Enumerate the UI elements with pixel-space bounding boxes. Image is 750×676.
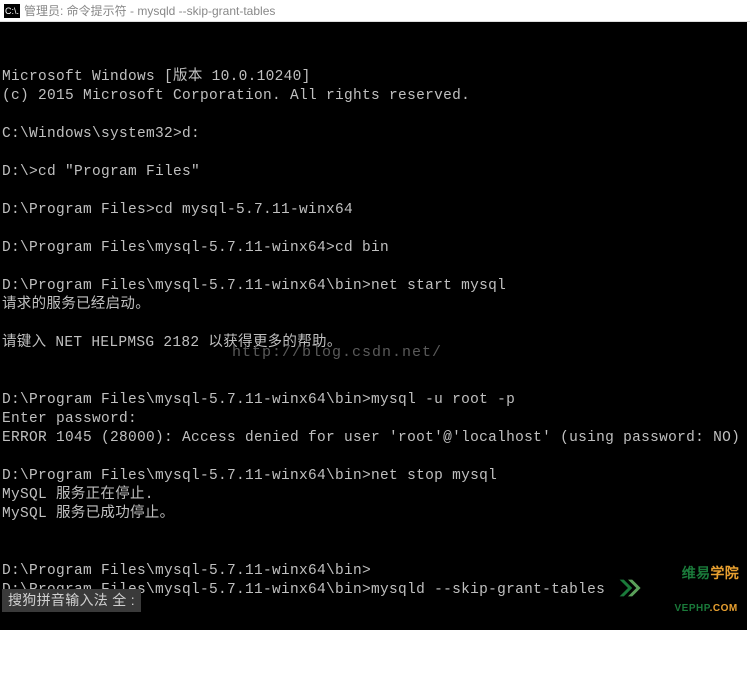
terminal-line <box>2 448 747 467</box>
terminal-line <box>2 144 747 163</box>
ime-status-bar: 搜狗拼音输入法 全 : <box>2 589 141 612</box>
terminal-line: D:\>cd "Program Files" <box>2 163 747 182</box>
terminal-lines: Microsoft Windows [版本 10.0.10240](c) 201… <box>2 68 747 600</box>
source-logo-watermark: 维易学院 VEPHP.COM <box>614 552 739 624</box>
terminal-line <box>2 182 747 201</box>
terminal-line <box>2 524 747 543</box>
terminal-line <box>2 372 747 391</box>
logo-text: 维易学院 VEPHP.COM <box>648 552 739 624</box>
logo-url-text: VEPHP.COM <box>648 594 739 624</box>
terminal-line: D:\Program Files\mysql-5.7.11-winx64>cd … <box>2 239 747 258</box>
terminal-line: D:\Program Files\mysql-5.7.11-winx64\bin… <box>2 467 747 486</box>
terminal-output[interactable]: Microsoft Windows [版本 10.0.10240](c) 201… <box>0 22 747 630</box>
window-title: 管理员: 命令提示符 - mysqld --skip-grant-tables <box>24 2 275 19</box>
blog-watermark: http://blog.csdn.net/ <box>232 343 442 362</box>
terminal-line: ERROR 1045 (28000): Access denied for us… <box>2 429 747 448</box>
terminal-line <box>2 106 747 125</box>
terminal-line: Enter password: <box>2 410 747 429</box>
terminal-line: MySQL 服务正在停止. <box>2 486 747 505</box>
terminal-line <box>2 315 747 334</box>
terminal-line <box>2 220 747 239</box>
terminal-line <box>2 258 747 277</box>
window-titlebar: C:\. 管理员: 命令提示符 - mysqld --skip-grant-ta… <box>0 0 750 22</box>
logo-cn-text: 维易学院 <box>648 552 739 594</box>
terminal-line: C:\Windows\system32>d: <box>2 125 747 144</box>
terminal-line: MySQL 服务已成功停止。 <box>2 505 747 524</box>
terminal-line: D:\Program Files\mysql-5.7.11-winx64\bin… <box>2 391 747 410</box>
terminal-line: (c) 2015 Microsoft Corporation. All righ… <box>2 87 747 106</box>
cmd-icon: C:\. <box>4 4 20 18</box>
terminal-line: Microsoft Windows [版本 10.0.10240] <box>2 68 747 87</box>
vephp-logo-icon <box>614 574 642 602</box>
terminal-line: D:\Program Files>cd mysql-5.7.11-winx64 <box>2 201 747 220</box>
terminal-line: D:\Program Files\mysql-5.7.11-winx64\bin… <box>2 277 747 296</box>
terminal-line: 请求的服务已经启动。 <box>2 296 747 315</box>
